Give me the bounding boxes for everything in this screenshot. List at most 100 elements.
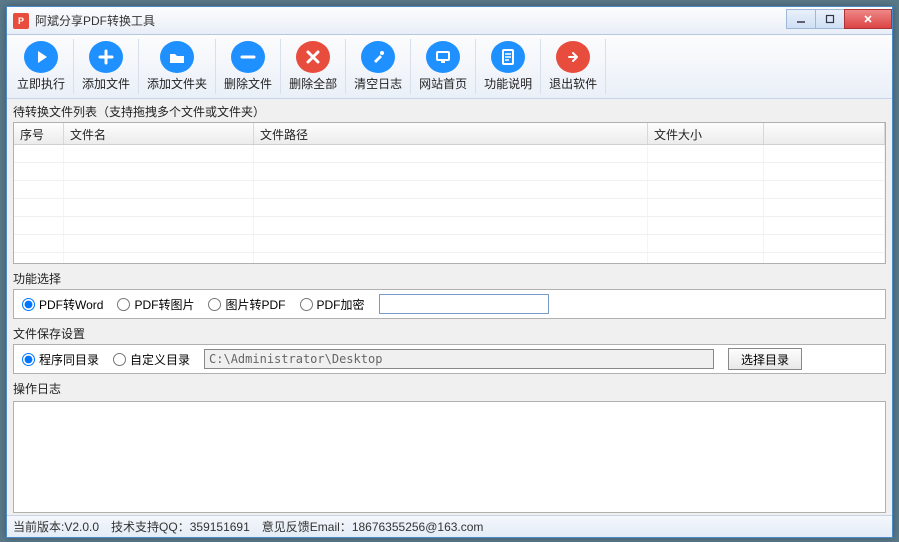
radio-pdf2img-input[interactable] — [117, 298, 130, 311]
cell-tail — [764, 181, 885, 198]
cell-tail — [764, 163, 885, 180]
remove-file-label: 删除文件 — [224, 75, 272, 92]
file-list-label: 待转换文件列表（支持拖拽多个文件或文件夹） — [13, 103, 886, 120]
save-path-input[interactable] — [204, 349, 714, 369]
maximize-button[interactable] — [815, 9, 845, 29]
cell-size — [648, 235, 764, 252]
status-email-label: 意见反馈Email： — [262, 520, 352, 534]
radio-same-dir-input[interactable] — [22, 353, 35, 366]
col-path[interactable]: 文件路径 — [254, 123, 648, 144]
save-settings-row: 程序同目录 自定义目录 选择目录 — [13, 344, 886, 374]
status-version-label: 当前版本: — [13, 520, 64, 534]
exit-button[interactable]: 退出软件 — [541, 39, 606, 94]
radio-same-dir[interactable]: 程序同目录 — [22, 351, 99, 368]
table-row[interactable] — [14, 235, 885, 253]
radio-img2pdf-input[interactable] — [208, 298, 221, 311]
cell-index — [14, 181, 64, 198]
col-index[interactable]: 序号 — [14, 123, 64, 144]
cell-index — [14, 253, 64, 263]
table-row[interactable] — [14, 145, 885, 163]
cell-tail — [764, 253, 885, 263]
run-button[interactable]: 立即执行 — [9, 39, 74, 94]
help-label: 功能说明 — [484, 75, 532, 92]
table-row[interactable] — [14, 217, 885, 235]
content-area: 待转换文件列表（支持拖拽多个文件或文件夹） 序号 文件名 文件路径 文件大小 功… — [7, 99, 892, 515]
app-icon: P — [13, 13, 29, 29]
radio-img2pdf[interactable]: 图片转PDF — [208, 296, 285, 313]
radio-encrypt[interactable]: PDF加密 — [300, 296, 365, 313]
remove-all-button[interactable]: 删除全部 — [281, 39, 346, 94]
clear-log-button[interactable]: 清空日志 — [346, 39, 411, 94]
add-file-button[interactable]: 添加文件 — [74, 39, 139, 94]
window-controls — [787, 9, 892, 29]
cell-size — [648, 217, 764, 234]
col-size[interactable]: 文件大小 — [648, 123, 764, 144]
function-select-row: PDF转Word PDF转图片 图片转PDF PDF加密 — [13, 289, 886, 319]
add-folder-button[interactable]: 添加文件夹 — [139, 39, 216, 94]
status-qq: 技术支持QQ：359151691 — [111, 518, 250, 535]
maximize-icon — [825, 14, 835, 24]
radio-pdf2word-input[interactable] — [22, 298, 35, 311]
remove-file-button[interactable]: 删除文件 — [216, 39, 281, 94]
exit-icon — [556, 41, 590, 73]
radio-pdf2word[interactable]: PDF转Word — [22, 296, 103, 313]
radio-pdf2word-label: PDF转Word — [39, 296, 103, 313]
cell-index — [14, 217, 64, 234]
monitor-icon — [426, 41, 460, 73]
website-button[interactable]: 网站首页 — [411, 39, 476, 94]
cell-name — [64, 235, 254, 252]
cell-path — [254, 217, 648, 234]
status-qq-value: 359151691 — [190, 520, 250, 534]
radio-custom-dir-input[interactable] — [113, 353, 126, 366]
minimize-button[interactable] — [786, 9, 816, 29]
status-email: 意见反馈Email：18676355256@163.com — [262, 518, 484, 535]
cell-path — [254, 163, 648, 180]
cell-tail — [764, 217, 885, 234]
radio-encrypt-input[interactable] — [300, 298, 313, 311]
radio-pdf2img-label: PDF转图片 — [134, 296, 194, 313]
cell-index — [14, 163, 64, 180]
cell-name — [64, 163, 254, 180]
encrypt-password-input[interactable] — [379, 294, 549, 314]
cell-size — [648, 163, 764, 180]
log-textarea[interactable] — [13, 401, 886, 513]
help-button[interactable]: 功能说明 — [476, 39, 541, 94]
cell-tail — [764, 145, 885, 162]
cell-path — [254, 253, 648, 263]
app-window: P 阿斌分享PDF转换工具 立即执行添加文件添加文件夹删除文件删除全部清空日志网… — [6, 6, 893, 538]
remove-all-label: 删除全部 — [289, 75, 337, 92]
doc-icon — [491, 41, 525, 73]
cell-name — [64, 181, 254, 198]
plus-icon — [89, 41, 123, 73]
window-title: 阿斌分享PDF转换工具 — [35, 12, 787, 29]
cell-index — [14, 145, 64, 162]
col-name[interactable]: 文件名 — [64, 123, 254, 144]
cell-tail — [764, 199, 885, 216]
function-select-panel: 功能选择 PDF转Word PDF转图片 图片转PDF PDF加密 — [13, 268, 886, 319]
cell-name — [64, 199, 254, 216]
radio-same-dir-label: 程序同目录 — [39, 351, 99, 368]
choose-dir-button[interactable]: 选择目录 — [728, 348, 802, 370]
clear-log-label: 清空日志 — [354, 75, 402, 92]
radio-img2pdf-label: 图片转PDF — [225, 296, 285, 313]
add-folder-label: 添加文件夹 — [147, 75, 207, 92]
table-row[interactable] — [14, 253, 885, 263]
cell-name — [64, 253, 254, 263]
col-tail[interactable] — [764, 123, 885, 144]
minimize-icon — [796, 14, 806, 24]
save-settings-panel: 文件保存设置 程序同目录 自定义目录 选择目录 — [13, 323, 886, 374]
log-label: 操作日志 — [13, 380, 886, 397]
file-list-table: 序号 文件名 文件路径 文件大小 — [13, 122, 886, 264]
brush-icon — [361, 41, 395, 73]
log-panel: 操作日志 — [13, 378, 886, 513]
radio-custom-dir[interactable]: 自定义目录 — [113, 351, 190, 368]
table-body[interactable] — [14, 145, 885, 263]
table-row[interactable] — [14, 199, 885, 217]
status-version-value: V2.0.0 — [64, 520, 99, 534]
close-button[interactable] — [844, 9, 892, 29]
radio-pdf2img[interactable]: PDF转图片 — [117, 296, 194, 313]
cell-size — [648, 145, 764, 162]
table-row[interactable] — [14, 181, 885, 199]
cell-path — [254, 181, 648, 198]
table-row[interactable] — [14, 163, 885, 181]
